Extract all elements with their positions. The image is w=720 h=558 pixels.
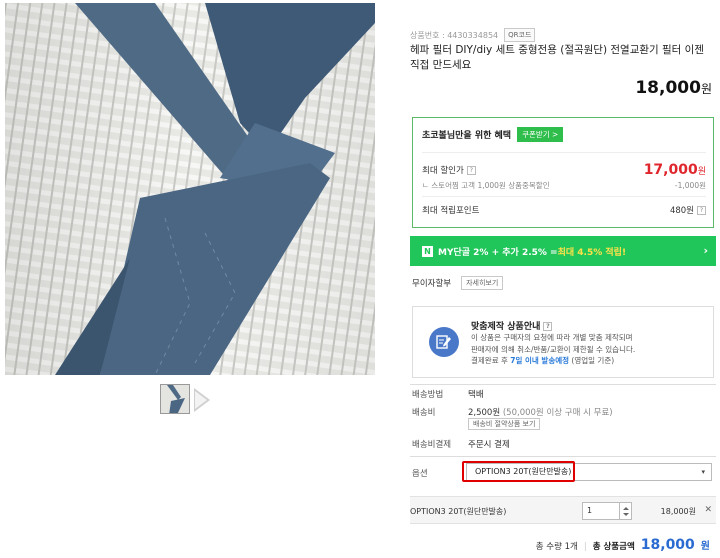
product-title: 헤파 필터 DIY/diy 세트 중형전용 (절곡원단) 전열교환기 필터 이젠… xyxy=(410,44,705,71)
divider xyxy=(422,152,706,153)
custom-order-text: 이 상품은 구매자의 요청에 따라 개별 맞춤 제작되며 판매자에 의해 취소/… xyxy=(471,332,707,367)
product-code: 상품번호 : 4430334854 xyxy=(410,30,499,40)
help-icon[interactable]: ? xyxy=(543,322,553,331)
ship-note: (영업일 기준) xyxy=(569,356,615,365)
thumbnail-strip xyxy=(160,384,220,416)
shipping-fee-label: 배송비 xyxy=(412,408,436,418)
selected-option-row: OPTION3 20T(원단만발송) 1 18,000원 ✕ xyxy=(410,496,716,524)
chevron-down-icon: ▾ xyxy=(701,468,705,476)
quantity-stepper: 1 xyxy=(582,502,634,520)
fee-amount: 2,500원 xyxy=(468,408,501,418)
product-price-unit: 원 xyxy=(700,82,712,96)
remove-option-icon[interactable]: ✕ xyxy=(704,505,712,515)
max-discount-unit: 원 xyxy=(697,167,706,177)
store-discount-row: ㄴ 스토어찜 고객 1,000원 상품중복할인 -1,000원 xyxy=(422,180,706,191)
fee-note: (50,000원 이상 구매 시 무료) xyxy=(500,408,613,418)
custom-order-title: 맞춤제작 상품안내? xyxy=(471,319,553,332)
selected-option-price: 18,000원 xyxy=(660,507,696,516)
custom-order-line: 판매자에 의해 취소/반품/교환이 제한될 수 있습니다. xyxy=(471,344,636,354)
max-points-value: 480원 xyxy=(669,206,694,216)
increase-icon[interactable] xyxy=(623,507,629,510)
benefit-heading-row: 초코볼님만을 위한 혜택 쿠폰받기 > xyxy=(422,127,564,142)
product-gallery xyxy=(0,0,382,558)
chevron-right-icon: › xyxy=(703,244,708,257)
custom-order-pencil-icon xyxy=(429,327,459,357)
quantity-step-buttons[interactable] xyxy=(620,502,632,520)
max-points-label: 최대 적립포인트 xyxy=(422,206,480,216)
option-label: 옵션 xyxy=(412,469,428,479)
product-info: 상품번호 : 4430334854 QR코드 헤파 필터 DIY/diy 세트 … xyxy=(410,0,716,558)
store-discount-value: -1,000원 xyxy=(674,181,706,190)
qr-code-button[interactable]: QR코드 xyxy=(504,28,536,42)
benefit-heading: 초코볼님만을 위한 혜택 xyxy=(422,131,512,141)
thumbnail-next-arrow-icon[interactable] xyxy=(194,388,210,412)
total-amount-label: 총 상품금액 xyxy=(592,542,635,552)
membership-text: MY단골 2% + 추가 2.5% = xyxy=(438,247,558,258)
max-discount-price: 17,000 xyxy=(643,162,698,178)
get-coupon-button[interactable]: 쿠폰받기 > xyxy=(517,127,564,142)
store-discount-label: ㄴ 스토어찜 고객 1,000원 상품중복할인 xyxy=(422,181,550,190)
help-icon[interactable]: ? xyxy=(697,206,706,215)
ship-text: 결제완료 후 xyxy=(471,356,511,365)
divider xyxy=(410,456,716,457)
custom-order-line: 이 상품은 구매자의 요청에 따라 개별 맞춤 제작되며 xyxy=(471,333,633,342)
custom-order-notice: 맞춤제작 상품안내? 이 상품은 구매자의 요청에 따라 개별 맞춤 제작되며 … xyxy=(412,306,714,378)
divider xyxy=(410,384,716,385)
ship-eta: 7일 이내 발송예정 xyxy=(510,356,570,365)
product-code-row: 상품번호 : 4430334854 QR코드 xyxy=(410,28,536,42)
shipping-saver-row: 배송비 절약상품 보기 xyxy=(468,418,541,430)
quantity-input[interactable]: 1 xyxy=(582,502,620,520)
option-highlight-annotation xyxy=(462,461,575,482)
max-points-row: 최대 적립포인트 480원? xyxy=(422,204,706,216)
benefit-box: 초코볼님만을 위한 혜택 쿠폰받기 > 최대 할인가? 17,000원 ㄴ 스토… xyxy=(412,117,714,228)
total-count: 총 수량 1개 xyxy=(535,542,578,552)
custom-order-line: 결제완료 후 7일 이내 발송예정 (영업일 기준) xyxy=(471,355,707,367)
selected-option-name: OPTION3 20T(원단만발송) xyxy=(410,507,507,516)
naver-n-icon: N xyxy=(422,245,433,257)
decrease-icon[interactable] xyxy=(623,513,629,516)
custom-order-title-text: 맞춤제작 상품안내 xyxy=(471,322,541,332)
product-main-image[interactable] xyxy=(5,3,375,375)
naver-membership-banner[interactable]: N MY단골 2% + 추가 2.5% = 최대 4.5% 적립! › xyxy=(410,236,716,266)
separator: | xyxy=(583,542,587,552)
max-discount-row: 최대 할인가? 17,000원 xyxy=(422,162,706,178)
membership-highlight: 최대 4.5% 적립! xyxy=(557,247,627,258)
shipping-method-value: 택배 xyxy=(468,390,484,400)
installment-details-button[interactable]: 자세히보기 xyxy=(461,276,504,290)
max-discount-label: 최대 할인가 xyxy=(422,166,464,176)
shipping-payment-value: 주문시 결제 xyxy=(468,440,510,450)
shipping-saver-button[interactable]: 배송비 절약상품 보기 xyxy=(468,418,541,430)
thumbnail-image[interactable] xyxy=(160,384,190,414)
shipping-fee-value: 2,500원 (50,000원 이상 구매 시 무료) xyxy=(468,406,613,418)
shipping-payment-label: 배송비결제 xyxy=(412,440,452,450)
total-summary: 총 수량 1개 | 총 상품금액 18,000 원 xyxy=(536,537,710,553)
shipping-method-label: 배송방법 xyxy=(412,390,444,400)
installment-label: 무이자할부 xyxy=(412,279,452,289)
divider xyxy=(422,196,706,197)
installment-row: 무이자할부 자세히보기 xyxy=(412,276,504,290)
help-icon[interactable]: ? xyxy=(466,166,476,175)
total-unit: 원 xyxy=(700,541,710,552)
total-amount: 18,000 xyxy=(640,537,695,553)
product-price: 18,000원 xyxy=(635,78,712,98)
product-price-value: 18,000 xyxy=(635,78,701,98)
